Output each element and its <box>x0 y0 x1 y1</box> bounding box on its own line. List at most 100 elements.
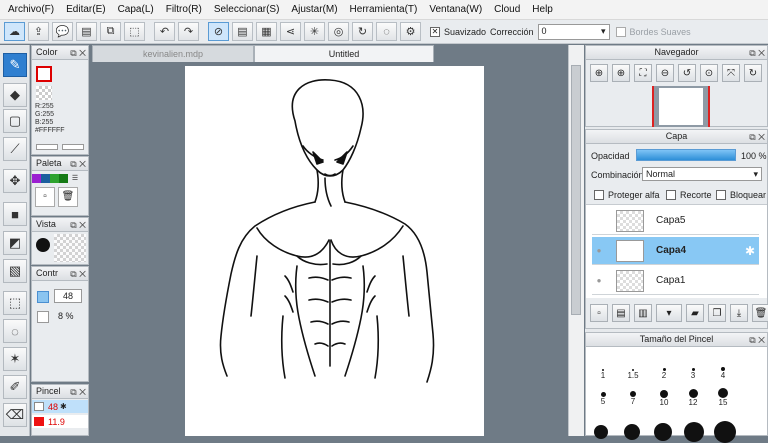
zoom-fit-icon[interactable]: ⊕ <box>590 64 608 82</box>
redo-icon[interactable]: ↷ <box>178 22 199 41</box>
palette-swatch[interactable] <box>50 174 59 183</box>
bucket-tool-icon[interactable]: ◩ <box>3 231 27 255</box>
select-pen-tool-icon[interactable]: ✐ <box>3 375 27 399</box>
new-layer-icon[interactable]: ▫ <box>590 304 608 322</box>
transform-icon[interactable]: ⬚ <box>124 22 145 41</box>
grid-snap-icon[interactable]: ▦ <box>256 22 277 41</box>
palette-add-icon[interactable]: ▫ <box>35 187 55 207</box>
canvas-scrollbar-thumb[interactable] <box>571 65 581 315</box>
color-add-button[interactable] <box>36 144 58 150</box>
rotate-reset-icon[interactable]: ⊙ <box>700 64 718 82</box>
menu-cloud[interactable]: Cloud <box>488 4 526 15</box>
tab-untitled[interactable]: Untitled <box>254 45 434 62</box>
menu-editar[interactable]: Editar(E) <box>60 4 111 15</box>
merge-layer-icon[interactable]: ⤓ <box>730 304 748 322</box>
gear-icon[interactable]: ✱ <box>745 244 755 258</box>
rotate-right-icon[interactable]: ↻ <box>744 64 762 82</box>
recorte-checkbox[interactable] <box>666 190 676 200</box>
background-color-swatch[interactable] <box>36 86 52 100</box>
brush-size-cell[interactable]: 10 <box>649 390 679 407</box>
brush-size-cell[interactable]: 15 <box>708 388 738 407</box>
brush-size-cell[interactable]: 1 <box>588 369 618 380</box>
panel-close-icon[interactable]: ⧉ ✕ <box>70 158 86 171</box>
menu-seleccionar[interactable]: Seleccionar(S) <box>208 4 286 15</box>
color-remove-button[interactable] <box>62 144 84 150</box>
comment-icon[interactable]: ▤ <box>76 22 97 41</box>
panel-close-icon[interactable]: ⧉ ✕ <box>70 47 86 60</box>
brush-size-dot-large[interactable] <box>624 424 640 440</box>
brush-size-cell[interactable]: 3 <box>678 368 708 380</box>
circle-snap-icon[interactable]: ◎ <box>328 22 349 41</box>
menu-ajustar[interactable]: Ajustar(M) <box>285 4 343 15</box>
brush-size-cell[interactable]: 5 <box>588 392 618 406</box>
brush-size-cell[interactable]: 1.5 <box>618 369 648 380</box>
brush-tool-icon[interactable]: ✎ <box>3 53 27 77</box>
palette-swatch[interactable] <box>59 174 68 183</box>
panel-close-icon[interactable]: ⧉ ✕ <box>70 386 86 399</box>
bloquear-checkbox[interactable] <box>716 190 726 200</box>
brush-size-cell[interactable]: 2 <box>649 368 679 380</box>
radial-snap-icon[interactable]: ⋖ <box>280 22 301 41</box>
suavizado-checkbox[interactable]: ✕ <box>430 26 440 37</box>
brush-size-field[interactable]: 48 <box>54 289 82 303</box>
zoom-in-icon[interactable]: ⊕ <box>612 64 630 82</box>
curve-snap-icon[interactable]: ↻ <box>352 22 373 41</box>
brush-size-cell[interactable]: 4 <box>708 367 738 380</box>
gradient-tool-icon[interactable]: ▧ <box>3 259 27 283</box>
radial-line-snap-icon[interactable]: ✳ <box>304 22 325 41</box>
brush-preset-row[interactable]: 48 ✱ <box>32 400 88 413</box>
opacity-slider[interactable] <box>636 149 736 161</box>
magic-wand-tool-icon[interactable]: ✶ <box>3 347 27 371</box>
layer-visibility-icon[interactable]: ● <box>592 246 606 255</box>
gear-icon[interactable]: ✱ <box>60 402 67 411</box>
menu-ventana[interactable]: Ventana(W) <box>423 4 488 15</box>
eraser-tool-icon[interactable]: ◆ <box>3 83 27 107</box>
menu-herramienta[interactable]: Herramienta(T) <box>344 4 424 15</box>
delete-layer-icon[interactable]: 🗑 <box>752 304 768 322</box>
brush-size-dot-large[interactable] <box>684 422 704 442</box>
new-raster-layer-icon[interactable]: ▥ <box>634 304 652 322</box>
panel-close-icon[interactable]: ⧉ ✕ <box>70 219 86 232</box>
navigator-preview[interactable] <box>652 86 710 127</box>
line-tool-icon[interactable]: ⟋ <box>3 137 27 161</box>
select-rect-tool-icon[interactable]: ⬚ <box>3 291 27 315</box>
foreground-color-swatch[interactable] <box>36 66 52 82</box>
layer-type-dropdown-icon[interactable]: ▾ <box>656 304 682 322</box>
chat-icon[interactable]: 💬 <box>52 22 73 41</box>
crop-icon[interactable]: ⧉ <box>100 22 121 41</box>
palette-menu-icon[interactable]: ☰ <box>68 174 82 183</box>
ellipse-snap-icon[interactable]: ◌ <box>376 22 397 41</box>
layer-row-capa1[interactable]: ● Capa1 <box>592 267 759 295</box>
move-tool-icon[interactable]: ✥ <box>3 169 27 193</box>
layer-row-capa5[interactable]: Capa5 <box>592 207 759 235</box>
no-snap-icon[interactable]: ⊘ <box>208 22 229 41</box>
palette-delete-icon[interactable]: 🗑 <box>58 187 78 207</box>
correccion-select[interactable]: 0 ▾ <box>537 23 610 40</box>
menu-help[interactable]: Help <box>526 4 559 15</box>
fill-rect-tool-icon[interactable]: ■ <box>3 202 27 226</box>
select-eraser-tool-icon[interactable]: ⌫ <box>3 403 27 427</box>
menu-capa[interactable]: Capa(L) <box>112 4 160 15</box>
panel-close-icon[interactable]: ⧉ ✕ <box>749 47 765 60</box>
tab-kevinalien[interactable]: kevinalien.mdp <box>92 45 254 62</box>
export-icon[interactable]: ⇪ <box>28 22 49 41</box>
flip-icon[interactable]: ⤧ <box>722 64 740 82</box>
parallel-snap-icon[interactable]: ▤ <box>232 22 253 41</box>
panel-close-icon[interactable]: ⧉ ✕ <box>70 268 86 281</box>
brush-preset-row[interactable]: 11.9 <box>32 415 88 428</box>
duplicate-layer-icon[interactable]: ❐ <box>708 304 726 322</box>
proteger-alfa-checkbox[interactable] <box>594 190 604 200</box>
brush-size-dot-large[interactable] <box>714 421 736 443</box>
layer-visibility-icon[interactable]: ● <box>592 276 606 285</box>
layer-row-capa4[interactable]: ● Capa4 ✱ <box>592 237 759 265</box>
lasso-tool-icon[interactable]: ◌ <box>3 319 27 343</box>
new-folder-icon[interactable]: ▰ <box>686 304 704 322</box>
rect-tool-icon[interactable]: ▢ <box>3 109 27 133</box>
palette-swatch[interactable] <box>41 174 50 183</box>
zoom-out-icon[interactable]: ⊖ <box>656 64 674 82</box>
panel-close-icon[interactable]: ⧉ ✕ <box>749 334 765 347</box>
panel-close-icon[interactable]: ⧉ ✕ <box>749 131 765 144</box>
brush-size-cell[interactable]: 12 <box>678 389 708 407</box>
bordes-suaves-checkbox[interactable] <box>615 26 626 37</box>
canvas-paper[interactable] <box>185 66 484 436</box>
